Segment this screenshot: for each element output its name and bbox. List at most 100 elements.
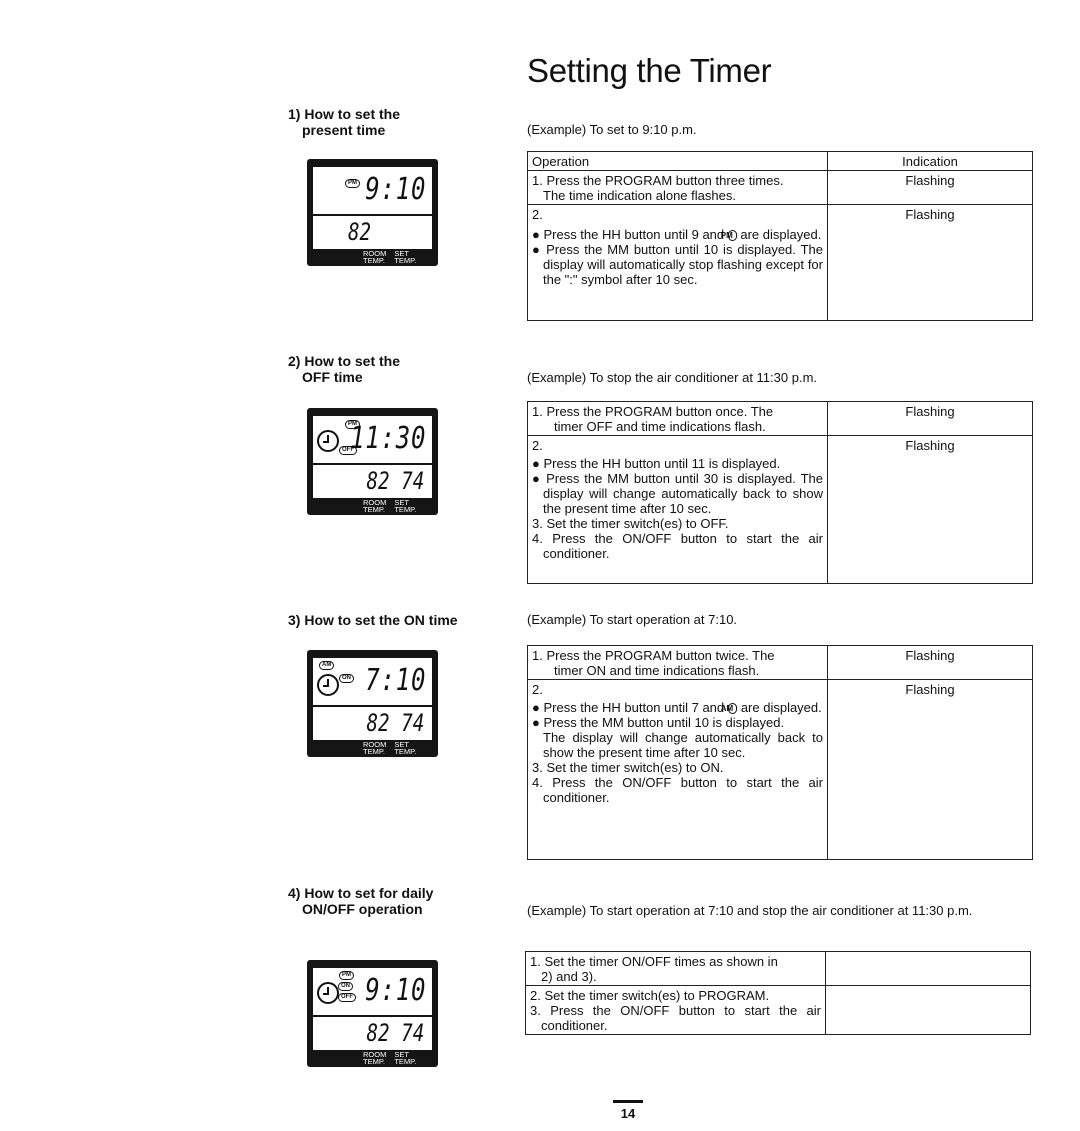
lcd-display-present-time: PM 9:10 82 ROOM TEMP. SET TEMP. [307,159,438,266]
operation-cell: 2. Set the timer switch(es) to PROGRAM. … [525,985,826,1035]
operation-cell: 2. ● Press the HH button until 7 and AM … [527,679,828,860]
lcd-time: 9:10 [365,172,426,207]
off-indicator-icon: OFF [338,993,356,1002]
lcd-labels: ROOM TEMP. SET TEMP. [363,498,417,514]
lcd-time-panel: PM 9:10 [313,167,432,214]
bullet-item: ● Press the HH button until 7 and AM are… [532,700,822,715]
table-row: 2. Set the timer switch(es) to PROGRAM. … [525,985,1031,1035]
note-text: The display will change automatically ba… [543,730,823,760]
lcd-display-on-time: AM ON 7:10 82 74 ROOM TEMP. SET TEMP. [307,650,438,757]
bullet-item: ● Press the HH button until 9 and PM are… [532,227,822,242]
numbered-item: 3. Set the timer switch(es) to OFF. [532,516,729,531]
lcd-temp-panel: 82 74 [313,465,432,498]
lcd-labels: ROOM TEMP. SET TEMP. [363,1050,417,1066]
section-1-table: Operation Indication 1. Press the PROGRA… [527,151,1033,321]
section-1-heading: 1) How to set the present time [288,106,400,138]
section-heading-line1: 2) How to set the [288,353,401,369]
page-title: Setting the Timer [527,52,772,89]
section-3-table: 1. Press the PROGRAM button twice. The t… [527,645,1033,860]
section-heading-line2: OFF time [302,369,363,385]
pm-indicator-icon: PM [345,179,360,188]
lcd-temp-panel: 82 74 [313,1017,432,1050]
clock-icon [317,674,339,696]
am-badge-icon: AM [721,703,738,714]
indication-cell: Flashing [827,401,1033,436]
lcd-labels: ROOM TEMP. SET TEMP. [363,249,417,265]
set-temp-label: SET TEMP. [394,498,417,514]
page-number: 14 [613,1100,643,1121]
lcd-display-daily: PM ON OFF 9:10 82 74 ROOM TEMP. SET TEMP. [307,960,438,1067]
section-2-heading: 2) How to set the OFF time [288,353,400,385]
pm-indicator-icon: PM [339,971,354,980]
lcd-temps: 82 74 [366,1019,424,1047]
set-temp-label: SET TEMP. [394,1050,417,1066]
lcd-temps: 82 74 [366,709,424,737]
bullet-item: ● Press the MM button until 10 is displa… [532,715,785,730]
pm-badge-icon: PM [721,230,737,241]
bullet-item: ● Press the MM button until 10 is displa… [532,242,823,287]
numbered-item: 4. Press the ON/OFF button to start the … [532,775,823,805]
section-3-heading: 3) How to set the ON time [288,612,458,628]
bullet-item: ● Press the MM button until 30 is displa… [532,471,823,516]
section-2-example: (Example) To stop the air conditioner at… [527,370,818,385]
clock-icon [317,982,339,1004]
lcd-room-temp: 82 [348,218,372,246]
section-4-table: 1. Set the timer ON/OFF times as shown i… [525,951,1031,1035]
indication-cell: Flashing [827,170,1033,205]
lcd-time: 7:10 [365,663,426,698]
lcd-time: 9:10 [365,973,426,1008]
section-4-example: (Example) To start operation at 7:10 and… [527,903,973,918]
lcd-time-panel: PM OFF 11:30 [313,416,432,463]
on-indicator-icon: ON [339,674,354,683]
section-heading-line1: 3) How to set the ON time [288,612,458,628]
room-temp-label: ROOM TEMP. [363,740,387,756]
bullet-item: ● Press the HH button until 11 is displa… [532,456,781,471]
lcd-temps: 82 74 [366,467,424,495]
set-temp-label: SET TEMP. [394,249,417,265]
indication-header: Indication [827,151,1033,171]
indication-cell [825,951,1031,986]
section-1-example: (Example) To set to 9:10 p.m. [527,122,697,137]
indication-cell: Flashing [827,645,1033,680]
section-heading-line1: 1) How to set the [288,106,401,122]
lcd-display-off-time: PM OFF 11:30 82 74 ROOM TEMP. SET TEMP. [307,408,438,515]
operation-cell: 2. ● Press the HH button until 9 and PM … [527,204,828,321]
lcd-time: 11:30 [349,421,426,456]
table-header-row: Operation Indication [527,151,1033,171]
indication-cell [825,985,1031,1035]
lcd-temp-panel: 82 [313,216,432,249]
numbered-item: 3. Set the timer switch(es) to ON. [532,760,724,775]
indication-cell: Flashing [827,435,1033,584]
lcd-temp-panel: 82 74 [313,707,432,740]
table-row: 1. Press the PROGRAM button twice. The t… [527,645,1033,680]
section-heading-line1: 4) How to set for daily [288,885,434,901]
table-row: 1. Press the PROGRAM button three times.… [527,170,1033,205]
am-indicator-icon: AM [319,661,335,670]
section-heading-line2: present time [302,122,386,138]
room-temp-label: ROOM TEMP. [363,1050,387,1066]
operation-header: Operation [527,151,828,171]
table-row: 2. ● Press the HH button until 9 and PM … [527,204,1033,321]
numbered-item: 4. Press the ON/OFF button to start the … [532,531,823,561]
numbered-item: 2. Set the timer switch(es) to PROGRAM. [530,988,770,1003]
table-row: 2. ● Press the HH button until 7 and AM … [527,679,1033,860]
lcd-time-panel: PM ON OFF 9:10 [313,968,432,1015]
indication-cell: Flashing [827,204,1033,321]
lcd-labels: ROOM TEMP. SET TEMP. [363,740,417,756]
clock-icon [317,430,339,452]
indication-cell: Flashing [827,679,1033,860]
operation-cell: 1. Press the PROGRAM button three times.… [527,170,828,205]
room-temp-label: ROOM TEMP. [363,498,387,514]
on-indicator-icon: ON [338,982,353,991]
operation-cell: 2. ● Press the HH button until 11 is dis… [527,435,828,584]
lcd-time-panel: AM ON 7:10 [313,658,432,705]
operation-cell: 1. Press the PROGRAM button twice. The t… [527,645,828,680]
operation-cell: 1. Press the PROGRAM button once. The ti… [527,401,828,436]
room-temp-label: ROOM TEMP. [363,249,387,265]
table-row: 1. Press the PROGRAM button once. The ti… [527,401,1033,436]
numbered-item: 3. Press the ON/OFF button to start the … [530,1003,821,1033]
section-heading-line2: ON/OFF operation [302,901,423,917]
set-temp-label: SET TEMP. [394,740,417,756]
section-3-example: (Example) To start operation at 7:10. [527,612,738,627]
operation-cell: 1. Set the timer ON/OFF times as shown i… [525,951,826,986]
